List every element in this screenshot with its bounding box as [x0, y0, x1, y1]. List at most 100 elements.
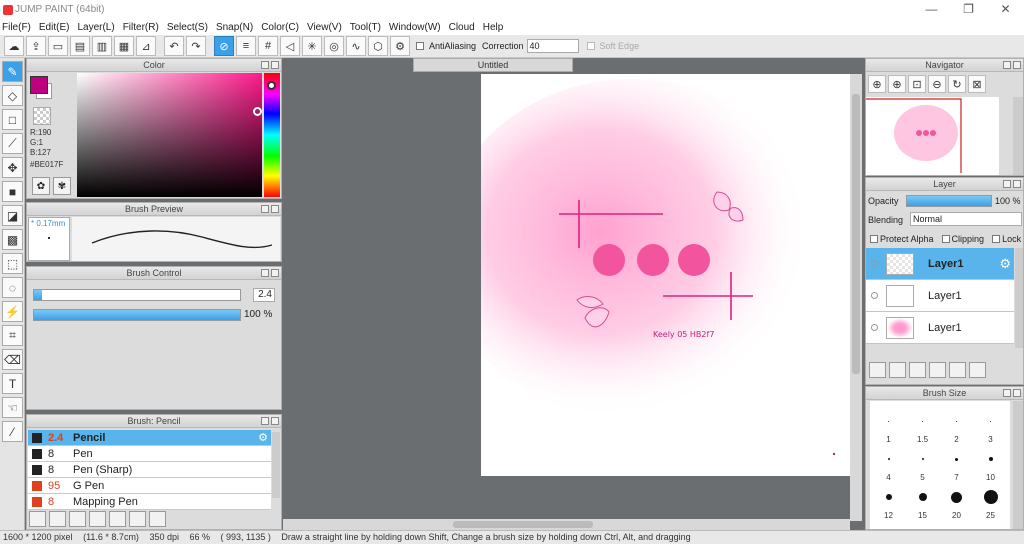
brush-size-option[interactable]: 25	[974, 485, 1007, 520]
transparent-color-swatch[interactable]	[33, 107, 51, 125]
panel-float-icon[interactable]	[1003, 61, 1011, 69]
saturation-value-picker[interactable]	[77, 73, 262, 197]
brush-size-option[interactable]: 15	[906, 485, 939, 520]
brush-size-option[interactable]: 5	[906, 447, 939, 482]
new-layer-icon[interactable]	[869, 362, 886, 378]
brush-list-item[interactable]: 8 Pen	[28, 446, 271, 462]
magic-wand-tool-icon[interactable]: ⚡	[2, 301, 23, 322]
cloud-icon[interactable]: ☁	[4, 36, 24, 56]
color-picker-cursor[interactable]	[253, 107, 262, 116]
layer-settings-gear-icon[interactable]: ⚙	[999, 256, 1011, 272]
minimize-button[interactable]: —	[913, 0, 950, 19]
menu-layer[interactable]: Layer(L)	[77, 22, 114, 33]
flip-icon[interactable]: ⊠	[968, 75, 986, 93]
panel-float-icon[interactable]	[261, 417, 269, 425]
panel-float-icon[interactable]	[261, 61, 269, 69]
brush-opacity-slider[interactable]	[33, 309, 241, 321]
brush-size-option[interactable]: 7	[940, 447, 973, 482]
share-icon[interactable]: ⇪	[26, 36, 46, 56]
snap-radial-icon[interactable]: ✳	[302, 36, 322, 56]
brush-list-item[interactable]: 8 Pen (Sharp)	[28, 462, 271, 478]
soft-edge-checkbox[interactable]	[586, 42, 595, 50]
canvas-horizontal-scrollbar[interactable]	[283, 519, 850, 530]
correction-dropdown[interactable]: 40	[526, 39, 579, 53]
brush-settings-gear-icon[interactable]: ⚙	[258, 431, 268, 444]
hand-tool-icon[interactable]: ☜	[2, 397, 23, 418]
canvas-vertical-scrollbar[interactable]	[850, 74, 862, 521]
layer-menu-icon[interactable]	[929, 362, 946, 378]
clipping-checkbox[interactable]	[941, 235, 950, 243]
transform-icon[interactable]: ⊿	[136, 36, 156, 56]
brush-size-option[interactable]: 12	[872, 485, 905, 520]
menu-cloud[interactable]: Cloud	[449, 22, 475, 33]
menu-snap[interactable]: Snap(N)	[216, 22, 253, 33]
palette-icon[interactable]: ✿	[32, 177, 50, 195]
layer-row[interactable]: Layer1	[866, 312, 1014, 344]
brush-size-option[interactable]: 1.5	[906, 409, 939, 444]
snap-grid-icon[interactable]: #	[258, 36, 278, 56]
undo-icon[interactable]: ↶	[164, 36, 184, 56]
menu-tool[interactable]: Tool(T)	[350, 22, 381, 33]
panel-float-icon[interactable]	[1003, 180, 1011, 188]
close-button[interactable]: ✕	[987, 0, 1024, 19]
brush-list-item[interactable]: 2.4 Pencil ⚙	[28, 430, 271, 446]
antialiasing-checkbox[interactable]	[416, 42, 424, 50]
bucket-tool-icon[interactable]: ◪	[2, 205, 23, 226]
zoom-out-icon[interactable]: ⊖	[928, 75, 946, 93]
new-layer-type-icon[interactable]	[889, 362, 906, 378]
redo-icon[interactable]: ↷	[186, 36, 206, 56]
menu-help[interactable]: Help	[483, 22, 504, 33]
line-tool-icon[interactable]: ⟋	[2, 133, 23, 154]
navigator-thumbnail[interactable]	[866, 97, 999, 175]
brush-size-option[interactable]: 1	[872, 409, 905, 444]
lasso-tool-icon[interactable]: ◌	[2, 277, 23, 298]
brush-settings-icon[interactable]	[89, 511, 106, 527]
lock-checkbox[interactable]	[992, 235, 1001, 243]
snap-parallel-icon[interactable]: ≡	[236, 36, 256, 56]
palette-settings-icon[interactable]: ✾	[53, 177, 71, 195]
brush-size-option[interactable]: 20	[940, 485, 973, 520]
menu-file[interactable]: File(F)	[2, 22, 31, 33]
menu-color[interactable]: Color(C)	[261, 22, 299, 33]
brush-size-option[interactable]: 3	[974, 409, 1007, 444]
snap-off-icon[interactable]: ⊘	[214, 36, 234, 56]
snap-curve-icon[interactable]: ∿	[346, 36, 366, 56]
fill-rect-tool-icon[interactable]: ■	[2, 181, 23, 202]
eyedropper-tool-icon[interactable]: ⁄	[2, 421, 23, 442]
comment-icon[interactable]: ▭	[48, 36, 68, 56]
select-pen-tool-icon[interactable]: ⌗	[2, 325, 23, 346]
panel-close-icon[interactable]	[271, 417, 279, 425]
snap-circle-icon[interactable]: ◎	[324, 36, 344, 56]
brush-list-item[interactable]: 8 Mapping Pen	[28, 494, 271, 510]
select-eraser-tool-icon[interactable]: ⌫	[2, 349, 23, 370]
layer-import-icon[interactable]	[909, 362, 926, 378]
duplicate-brush-icon[interactable]	[129, 511, 146, 527]
menu-edit[interactable]: Edit(E)	[39, 22, 70, 33]
move-tool-icon[interactable]: ✥	[2, 157, 23, 178]
panel-close-icon[interactable]	[271, 61, 279, 69]
brush-size-option[interactable]: 10	[974, 447, 1007, 482]
snap-settings-icon[interactable]: ⚙	[390, 36, 410, 56]
layer-visibility-icon[interactable]	[871, 324, 878, 331]
maximize-button[interactable]: ❐	[950, 0, 987, 19]
document-icon[interactable]: ▤	[70, 36, 90, 56]
eraser-tool-icon[interactable]: ◇	[2, 85, 23, 106]
duplicate-layer-icon[interactable]	[969, 362, 986, 378]
panel-close-icon[interactable]	[1013, 180, 1021, 188]
new-brush-icon[interactable]	[49, 511, 66, 527]
foreground-color-swatch[interactable]	[30, 76, 48, 94]
gradient-tool-icon[interactable]: ▩	[2, 229, 23, 250]
delete-brush-icon[interactable]	[149, 511, 166, 527]
layer-list-scrollbar[interactable]	[1015, 248, 1023, 348]
brush-tree-icon[interactable]	[29, 511, 46, 527]
grid-page-icon[interactable]: ▦	[114, 36, 134, 56]
panel-float-icon[interactable]	[261, 205, 269, 213]
layer-opacity-slider[interactable]	[906, 195, 992, 207]
zoom-fit-icon[interactable]: ⊕	[888, 75, 906, 93]
navigator-scrollbar[interactable]	[1013, 97, 1023, 175]
menu-view[interactable]: View(V)	[307, 22, 342, 33]
page-icon[interactable]: ▥	[92, 36, 112, 56]
blending-dropdown[interactable]: Normal	[910, 212, 1022, 226]
brush-size-option[interactable]: 4	[872, 447, 905, 482]
layer-row[interactable]: Layer1	[866, 280, 1014, 312]
